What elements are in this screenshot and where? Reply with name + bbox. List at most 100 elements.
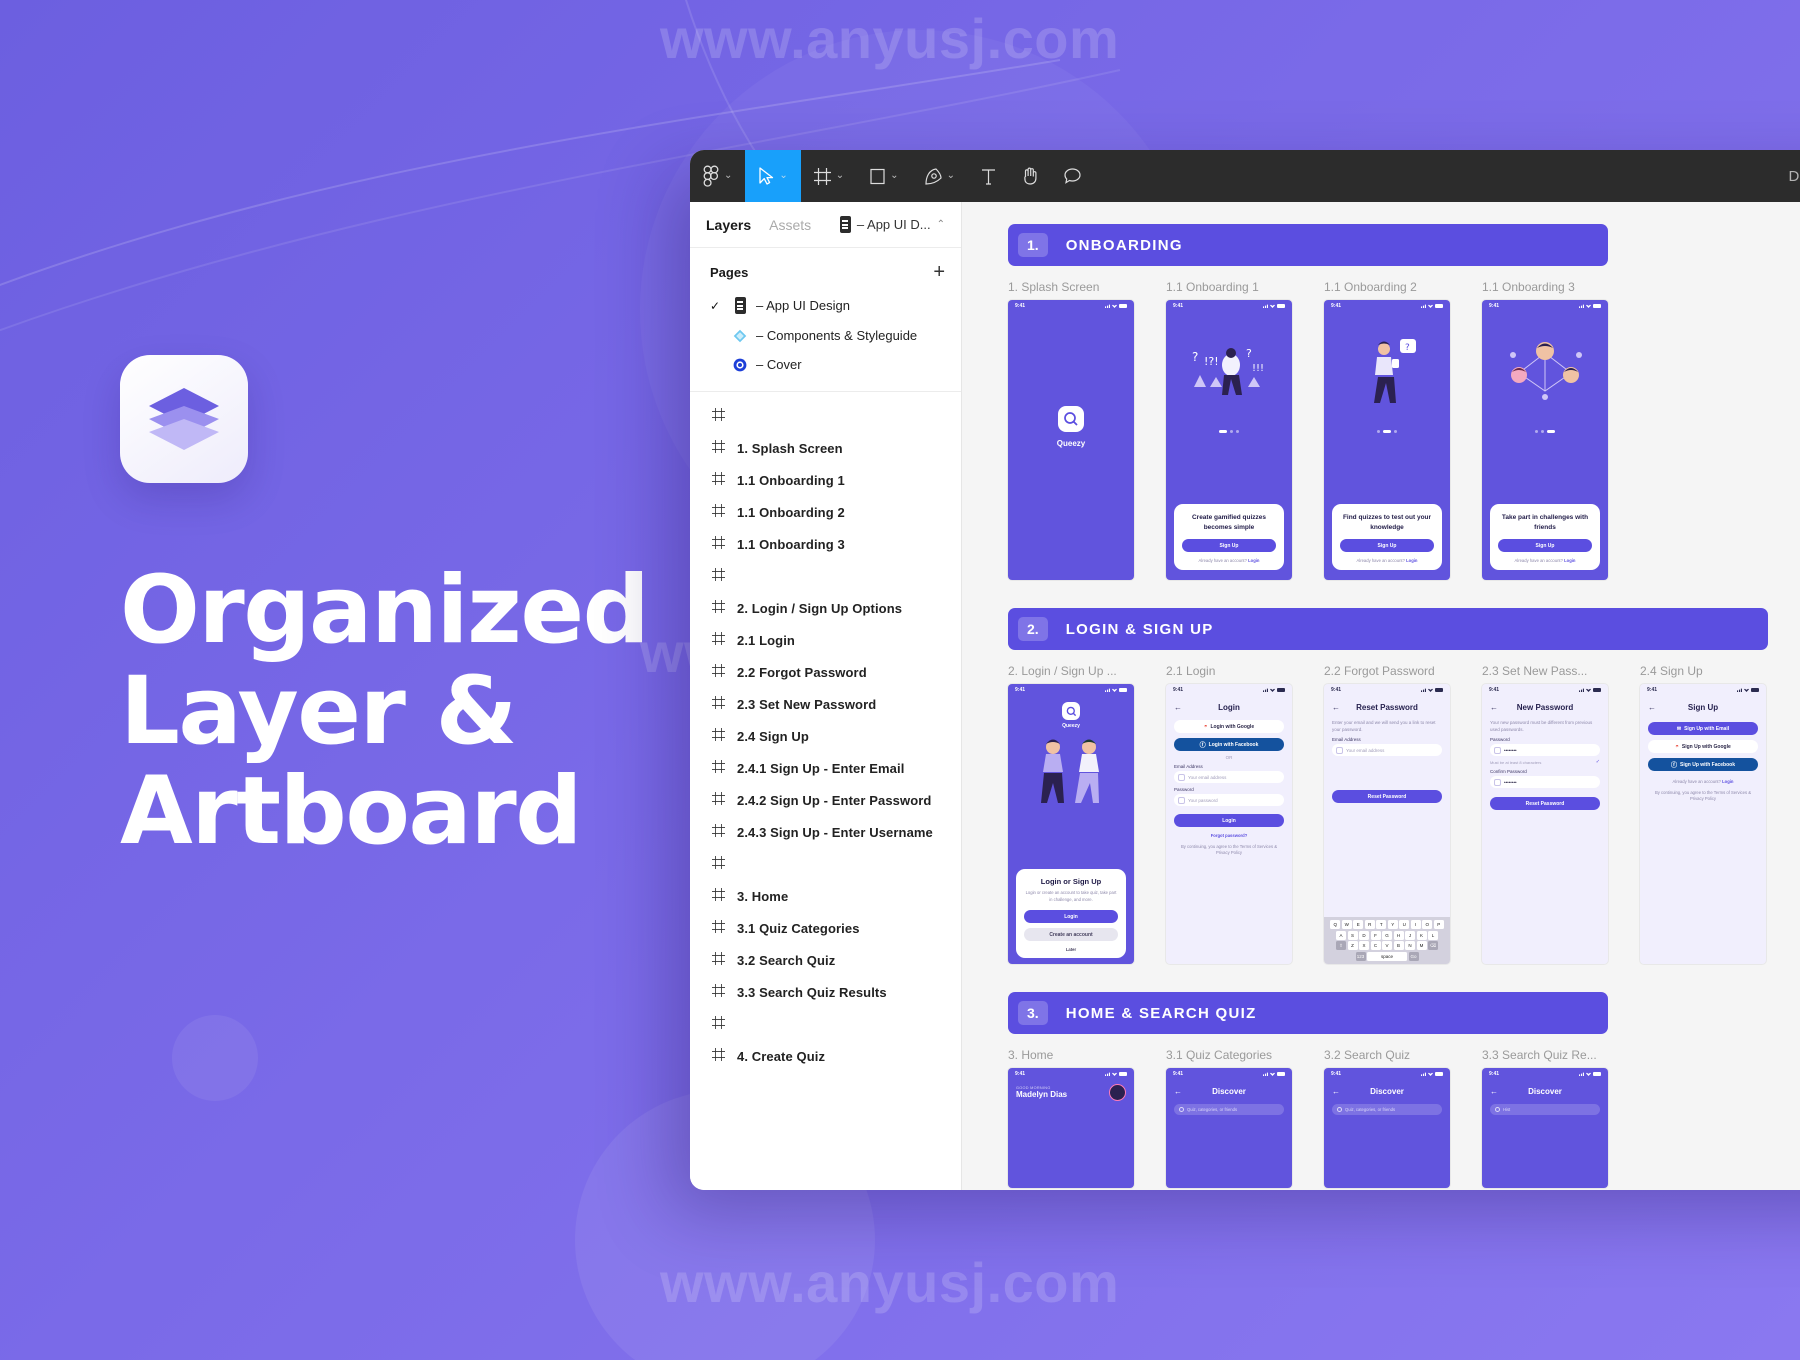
reset-password-button[interactable]: Reset Password: [1332, 790, 1442, 804]
keyboard-key[interactable]: Q: [1330, 920, 1341, 929]
layer-item-spacer[interactable]: [690, 848, 961, 880]
page-item-app-ui-design[interactable]: ✓ – App UI Design: [690, 290, 961, 321]
hand-tool-icon[interactable]: [1009, 150, 1051, 202]
frame-search-quiz[interactable]: 3.2 Search Quiz 9:41 ← Discover Quiz, ca…: [1324, 1048, 1450, 1188]
layer-item[interactable]: 2.3 Set New Password: [690, 688, 961, 720]
add-page-button[interactable]: +: [933, 262, 945, 282]
layer-item[interactable]: 3.1 Quiz Categories: [690, 912, 961, 944]
create-account-button[interactable]: Create an account: [1024, 928, 1118, 941]
signup-email-button[interactable]: ✉ Sign Up with Email: [1648, 722, 1758, 735]
avatar[interactable]: [1109, 1084, 1126, 1101]
layer-item-spacer[interactable]: [690, 560, 961, 592]
layer-item[interactable]: 3.2 Search Quiz: [690, 944, 961, 976]
login-link[interactable]: Login: [1406, 558, 1417, 563]
password-field[interactable]: Your password: [1174, 794, 1284, 806]
keyboard-key[interactable]: V: [1382, 941, 1392, 950]
search-input[interactable]: Quiz, categories, or friends: [1332, 1104, 1442, 1115]
back-arrow-icon[interactable]: ←: [1174, 703, 1182, 712]
frame-set-new-password[interactable]: 2.3 Set New Pass... 9:41 ← New Password …: [1482, 664, 1608, 964]
layer-item[interactable]: 3.3 Search Quiz Results: [690, 976, 961, 1008]
virtual-keyboard[interactable]: QWERTYUIOP ASDFGHJKL ⇧ Z X C V B N M ⌫ 123 space…: [1324, 917, 1450, 964]
layer-item[interactable]: 2.4.1 Sign Up - Enter Email: [690, 752, 961, 784]
signup-facebook-button[interactable]: ⓕ Sign Up with Facebook: [1648, 758, 1758, 771]
shift-key[interactable]: ⇧: [1336, 941, 1346, 950]
keyboard-key[interactable]: T: [1376, 920, 1387, 929]
frame-onboarding-2[interactable]: 1.1 Onboarding 2 9:41 ? Find quizzes to …: [1324, 280, 1450, 580]
back-arrow-icon[interactable]: ←: [1490, 703, 1498, 712]
back-arrow-icon[interactable]: ←: [1648, 703, 1656, 712]
design-canvas[interactable]: 1. ONBOARDING 1. Splash Screen 9:41 Quee…: [962, 202, 1800, 1190]
keyboard-key[interactable]: C: [1370, 941, 1381, 950]
forgot-password-link[interactable]: Forgot password?: [1174, 833, 1284, 838]
login-submit-button[interactable]: Login: [1174, 814, 1284, 827]
keyboard-key[interactable]: S: [1347, 930, 1358, 940]
email-field[interactable]: Your email address: [1174, 771, 1284, 783]
frame-onboarding-3[interactable]: 1.1 Onboarding 3 9:41 Take part in chall…: [1482, 280, 1608, 580]
keyboard-key[interactable]: N: [1405, 941, 1415, 950]
layer-item[interactable]: 1.1 Onboarding 3: [690, 528, 961, 560]
frame-sign-up[interactable]: 2.4 Sign Up 9:41 ← Sign Up ✉ Sign Up wit…: [1640, 664, 1766, 964]
layer-item[interactable]: 4. Create Quiz: [690, 1040, 961, 1072]
login-facebook-button[interactable]: ⓕ Login with Facebook: [1174, 738, 1284, 751]
layer-item[interactable]: 2.1 Login: [690, 624, 961, 656]
keyboard-key[interactable]: K: [1416, 930, 1427, 940]
back-arrow-icon[interactable]: ←: [1332, 703, 1340, 712]
keyboard-key[interactable]: R: [1364, 920, 1375, 929]
keyboard-key[interactable]: O: [1422, 920, 1433, 929]
frame-login-signup-options[interactable]: 2. Login / Sign Up ... 9:41 Queezy Login…: [1008, 664, 1134, 964]
layer-item[interactable]: 2.2 Forgot Password: [690, 656, 961, 688]
keyboard-key[interactable]: B: [1393, 941, 1404, 950]
frame-splash-screen[interactable]: 1. Splash Screen 9:41 Queezy: [1008, 280, 1134, 580]
layer-item[interactable]: 2.4.2 Sign Up - Enter Password: [690, 784, 961, 816]
search-input[interactable]: Quiz, categories, or friends: [1174, 1104, 1284, 1115]
frame-icon[interactable]: ⌄: [801, 150, 857, 202]
layer-item[interactable]: 1.1 Onboarding 1: [690, 464, 961, 496]
space-key[interactable]: space: [1367, 951, 1407, 961]
frame-forgot-password[interactable]: 2.2 Forgot Password 9:41 ← Reset Passwor…: [1324, 664, 1450, 964]
sign-up-button[interactable]: Sign Up: [1340, 539, 1434, 552]
sign-up-button[interactable]: Sign Up: [1498, 539, 1592, 552]
page-item-components-styleguide[interactable]: – Components & Styleguide: [690, 321, 961, 350]
shape-rectangle-icon[interactable]: ⌄: [857, 150, 911, 202]
file-selector[interactable]: – App UI D... ⌃: [839, 216, 945, 233]
layer-item-spacer[interactable]: [690, 400, 961, 432]
keyboard-key[interactable]: F: [1370, 930, 1381, 940]
backspace-key[interactable]: ⌫: [1428, 941, 1438, 950]
frame-login[interactable]: 2.1 Login 9:41 ← Login ◓ Login with Goog…: [1166, 664, 1292, 964]
numbers-key[interactable]: 123: [1355, 951, 1366, 961]
keyboard-key[interactable]: J: [1405, 930, 1415, 940]
frame-search-quiz-results[interactable]: 3.3 Search Quiz Re... 9:41 ← Discover Hi…: [1482, 1048, 1608, 1188]
keyboard-key[interactable]: U: [1399, 920, 1410, 929]
go-key[interactable]: Go: [1408, 951, 1419, 961]
keyboard-key[interactable]: I: [1410, 920, 1421, 929]
keyboard-key[interactable]: D: [1359, 930, 1369, 940]
back-arrow-icon[interactable]: ←: [1332, 1087, 1340, 1096]
keyboard-key[interactable]: M: [1416, 941, 1427, 950]
keyboard-key[interactable]: G: [1382, 930, 1392, 940]
keyboard-key[interactable]: E: [1353, 920, 1364, 929]
confirm-password-field[interactable]: ••••••••: [1490, 776, 1600, 789]
keyboard-key[interactable]: Y: [1387, 920, 1398, 929]
frame-quiz-categories[interactable]: 3.1 Quiz Categories 9:41 ← Discover Quiz…: [1166, 1048, 1292, 1188]
login-button[interactable]: Login: [1024, 910, 1118, 923]
back-arrow-icon[interactable]: ←: [1174, 1087, 1182, 1096]
frame-onboarding-1[interactable]: 1.1 Onboarding 1 9:41 ? !?! ? !!! Create…: [1166, 280, 1292, 580]
breadcrumb-project[interactable]: Drafts: [1788, 168, 1800, 185]
layer-item[interactable]: 2.4 Sign Up: [690, 720, 961, 752]
keyboard-key[interactable]: L: [1428, 930, 1438, 940]
frame-home[interactable]: 3. Home 9:41 GOOD MORNING Madelyn Dias: [1008, 1048, 1134, 1188]
keyboard-key[interactable]: A: [1336, 930, 1346, 940]
login-link[interactable]: Login: [1248, 558, 1259, 563]
login-google-button[interactable]: ◓ Login with Google: [1174, 720, 1284, 733]
layer-item-spacer[interactable]: [690, 1008, 961, 1040]
login-link[interactable]: Login: [1564, 558, 1575, 563]
pen-tool-icon[interactable]: ⌄: [912, 150, 968, 202]
tab-layers[interactable]: Layers: [706, 217, 751, 233]
later-button[interactable]: Later: [1024, 947, 1118, 952]
keyboard-key[interactable]: W: [1341, 920, 1352, 929]
layer-item[interactable]: 3. Home: [690, 880, 961, 912]
layer-item[interactable]: 1.1 Onboarding 2: [690, 496, 961, 528]
login-link[interactable]: Login: [1722, 779, 1733, 784]
figma-menu-icon[interactable]: ⌄: [690, 150, 745, 202]
layer-item[interactable]: 1. Splash Screen: [690, 432, 961, 464]
